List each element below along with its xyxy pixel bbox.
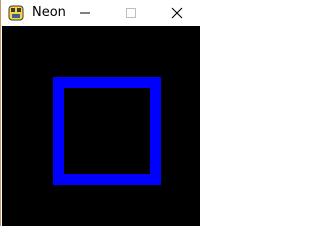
window-title: Neon [32, 5, 66, 20]
close-button[interactable] [154, 0, 200, 26]
app-window: Neon [0, 0, 201, 226]
maximize-button[interactable] [108, 0, 154, 26]
maximize-icon [125, 4, 137, 23]
minimize-button[interactable] [62, 0, 108, 26]
blue-square-outline [53, 77, 161, 185]
close-icon [171, 4, 183, 23]
drawing-canvas[interactable] [2, 26, 200, 226]
python-icon [7, 4, 25, 22]
minimize-icon [79, 4, 91, 23]
title-bar[interactable]: Neon [1, 0, 201, 26]
